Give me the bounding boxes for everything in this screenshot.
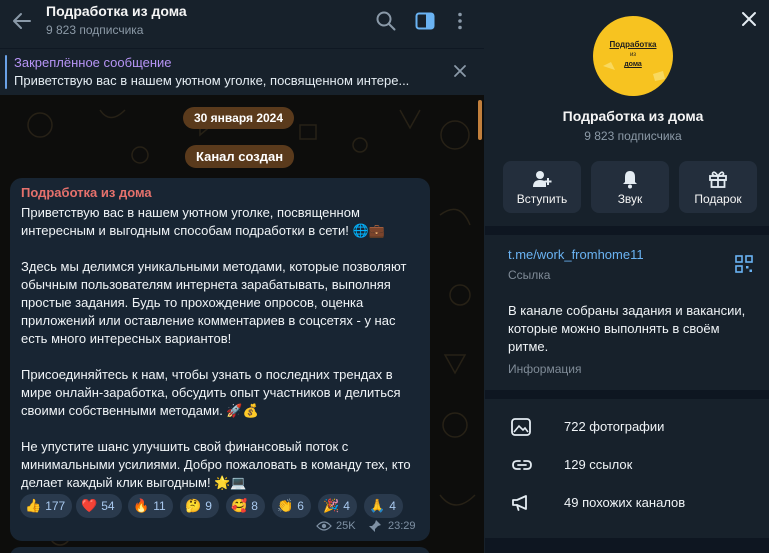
message-time: 23:29 bbox=[388, 520, 416, 532]
reaction-count: 4 bbox=[389, 499, 396, 513]
join-button[interactable]: Вступить bbox=[503, 161, 581, 213]
eye-icon bbox=[316, 521, 332, 531]
reaction-love[interactable]: 🥰 8 bbox=[226, 494, 265, 518]
reaction-count: 9 bbox=[205, 499, 212, 513]
reaction-heart[interactable]: ❤️ 54 bbox=[76, 494, 122, 518]
date-pill: 30 января 2024 bbox=[183, 107, 295, 129]
sound-button[interactable]: Звук bbox=[591, 161, 669, 213]
reaction-count: 6 bbox=[297, 499, 304, 513]
channel-subscribers: 9 823 подписчика bbox=[584, 129, 682, 143]
description-caption: Информация bbox=[508, 362, 582, 376]
bell-icon bbox=[623, 171, 637, 189]
photo-icon bbox=[511, 418, 531, 436]
link-icon bbox=[512, 460, 532, 470]
photos-row[interactable]: 722 фотографии bbox=[485, 409, 769, 445]
chat-panel: Подработка из дома 9 823 подписчика Закр… bbox=[0, 0, 484, 553]
pinned-message-bar[interactable]: Закреплённое сообщение Приветствую вас в… bbox=[0, 48, 484, 95]
reaction-count: 4 bbox=[343, 499, 350, 513]
reaction-count: 177 bbox=[45, 499, 66, 513]
add-user-icon bbox=[533, 171, 552, 187]
message-text: Приветствую вас в нашем уютном уголке, п… bbox=[21, 204, 416, 492]
channel-name: Подработка из дома bbox=[562, 108, 704, 124]
thinking-face-icon: 🤔 bbox=[185, 498, 202, 513]
pin-icon bbox=[369, 520, 381, 532]
chat-title[interactable]: Подработка из дома bbox=[46, 3, 187, 19]
section-divider bbox=[485, 390, 769, 399]
reaction-clap[interactable]: 👏 6 bbox=[272, 494, 311, 518]
heart-icon: ❤️ bbox=[81, 498, 98, 513]
party-popper-icon: 🎉 bbox=[323, 498, 340, 513]
link-caption: Ссылка bbox=[508, 268, 551, 282]
gift-icon bbox=[709, 171, 727, 188]
smiling-hearts-icon: 🥰 bbox=[231, 498, 248, 513]
reaction-thinking[interactable]: 🤔 9 bbox=[180, 494, 219, 518]
qr-code-icon[interactable] bbox=[735, 255, 753, 273]
search-icon[interactable] bbox=[375, 10, 397, 32]
links-row[interactable]: 129 ссылок bbox=[485, 447, 769, 483]
photos-count: 722 фотографии bbox=[564, 419, 665, 434]
close-icon[interactable] bbox=[740, 10, 758, 28]
message-author[interactable]: Подработка из дома bbox=[21, 185, 152, 200]
reaction-count: 11 bbox=[153, 499, 166, 513]
message-paragraph: Присоединяйтесь к нам, чтобы узнать о по… bbox=[21, 367, 401, 418]
links-count: 129 ссылок bbox=[564, 457, 633, 472]
channel-info-panel: Подработка из дома Подработка из дома 9 … bbox=[485, 0, 769, 553]
next-message-bubble[interactable] bbox=[10, 547, 430, 553]
channel-link[interactable]: t.me/work_fromhome11 bbox=[508, 247, 644, 262]
message-paragraph: Не упустите шанс улучшить свой финансовы… bbox=[21, 439, 411, 490]
back-arrow-icon[interactable] bbox=[10, 9, 34, 33]
gift-button[interactable]: Подарок bbox=[679, 161, 757, 213]
reaction-thumbs-up[interactable]: 👍 177 bbox=[20, 494, 73, 518]
similar-channels-row[interactable]: 49 похожих каналов bbox=[485, 485, 769, 521]
reaction-pray[interactable]: 🙏 4 bbox=[364, 494, 403, 518]
section-divider bbox=[485, 538, 769, 553]
channel-description: В канале собраны задания и вакансии, кот… bbox=[508, 303, 746, 354]
chat-subscriber-count: 9 823 подписчика bbox=[46, 23, 144, 37]
chat-header: Подработка из дома 9 823 подписчика bbox=[0, 0, 484, 48]
sound-label: Звук bbox=[617, 192, 643, 206]
folded-hands-icon: 🙏 bbox=[369, 498, 386, 513]
pinned-title: Закреплённое сообщение bbox=[14, 55, 172, 70]
clapping-hands-icon: 👏 bbox=[277, 498, 294, 513]
pinned-text: Приветствую вас в нашем уютном уголке, п… bbox=[14, 73, 410, 88]
reaction-party[interactable]: 🎉 4 bbox=[318, 494, 357, 518]
megaphone-icon bbox=[512, 495, 527, 511]
message-views: 25K bbox=[316, 520, 356, 532]
more-menu-icon[interactable] bbox=[449, 10, 471, 32]
gift-label: Подарок bbox=[694, 192, 742, 206]
sidebar-toggle-icon[interactable] bbox=[414, 10, 436, 32]
pinned-indicator bbox=[5, 55, 7, 89]
message-paragraph: Здесь мы делимся уникальными методами, к… bbox=[21, 259, 407, 346]
reaction-count: 54 bbox=[101, 499, 115, 513]
view-count: 25K bbox=[336, 520, 356, 532]
reaction-fire[interactable]: 🔥 11 bbox=[128, 494, 173, 518]
reaction-count: 8 bbox=[251, 499, 258, 513]
service-message-pill: Канал создан bbox=[185, 145, 295, 168]
fire-icon: 🔥 bbox=[133, 498, 150, 513]
thumbs-up-icon: 👍 bbox=[25, 498, 42, 513]
message-paragraph: Приветствую вас в нашем уютном уголке, п… bbox=[21, 205, 385, 238]
channel-avatar[interactable]: Подработка из дома bbox=[593, 16, 673, 96]
avatar-decoration bbox=[603, 62, 665, 81]
similar-channels-count: 49 похожих каналов bbox=[564, 495, 686, 510]
message-bubble[interactable]: Подработка из дома Приветствую вас в наш… bbox=[10, 178, 430, 541]
join-label: Вступить bbox=[516, 192, 568, 206]
section-divider bbox=[485, 226, 769, 235]
close-pinned-icon[interactable] bbox=[452, 63, 468, 79]
chat-scrollbar[interactable] bbox=[478, 100, 482, 140]
